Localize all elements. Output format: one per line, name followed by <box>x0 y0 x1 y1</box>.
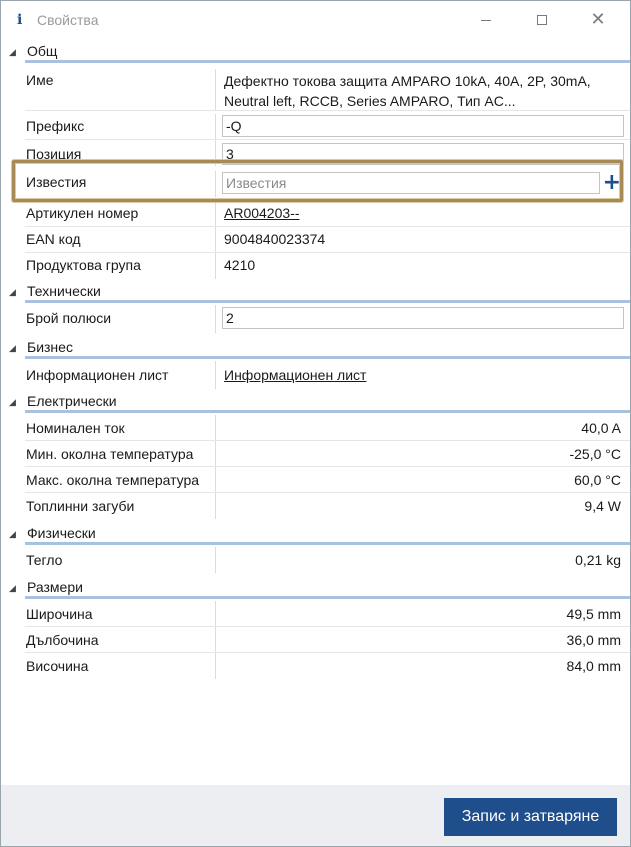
property-label: Префикс <box>26 118 85 134</box>
column-divider <box>215 114 216 140</box>
properties-window: i Свойства ✕ ◢ Общ Име Дефектно токова з… <box>0 0 631 847</box>
maximize-button[interactable] <box>519 1 565 39</box>
property-label: Артикулен номер <box>26 205 139 221</box>
section-title: Технически <box>27 283 101 299</box>
column-divider <box>215 493 216 519</box>
section-general[interactable]: ◢ Общ <box>1 39 630 65</box>
row-weight: Тегло 0,21 kg <box>1 547 630 573</box>
collapse-triangle-icon[interactable]: ◢ <box>9 343 16 354</box>
property-value: 49,5 mm <box>566 606 621 622</box>
section-underline <box>25 356 630 359</box>
row-height: Височина 84,0 mm <box>1 653 630 679</box>
column-divider <box>215 653 216 679</box>
row-ean: EAN код 9004840023374 <box>1 227 630 253</box>
property-value: 9,4 W <box>584 498 621 514</box>
column-divider <box>215 305 216 333</box>
row-poles: Брой полюси 2 <box>1 305 630 333</box>
row-info-sheet: Информационен лист Информационен лист <box>1 361 630 389</box>
row-rated-current: Номинален ток 40,0 A <box>1 415 630 441</box>
section-title: Електрически <box>27 393 117 409</box>
column-divider <box>215 201 216 227</box>
article-number-link[interactable]: AR004203-- <box>224 205 300 221</box>
row-min-temp: Мин. околна температура -25,0 °C <box>1 441 630 467</box>
maximize-icon <box>537 15 547 25</box>
dialog-footer: Запис и затваряне <box>1 785 630 846</box>
column-divider <box>215 253 216 279</box>
close-button[interactable]: ✕ <box>575 1 621 39</box>
column-divider <box>215 547 216 573</box>
property-label: Номинален ток <box>26 420 125 436</box>
column-divider <box>215 601 216 627</box>
section-dimensions[interactable]: ◢ Размери <box>1 575 630 601</box>
column-divider <box>215 69 216 111</box>
collapse-triangle-icon[interactable]: ◢ <box>9 287 16 298</box>
section-title: Размери <box>27 579 83 595</box>
section-underline <box>25 596 630 599</box>
save-and-close-button[interactable]: Запис и затваряне <box>444 798 617 836</box>
row-width: Широчина 49,5 mm <box>1 601 630 627</box>
collapse-triangle-icon[interactable]: ◢ <box>9 583 16 594</box>
title-bar: i Свойства ✕ <box>1 1 630 39</box>
info-icon: i <box>17 12 23 28</box>
property-label: Широчина <box>26 606 93 622</box>
property-value: 36,0 mm <box>566 632 621 648</box>
row-prefix: Префикс -Q <box>1 114 630 140</box>
row-product-group: Продуктова група 4210 <box>1 253 630 279</box>
property-value: 0,21 kg <box>575 552 621 568</box>
row-article-number: Артикулен номер AR004203-- <box>1 201 630 227</box>
section-technical[interactable]: ◢ Технически <box>1 279 630 305</box>
row-max-temp: Макс. околна температура 60,0 °C <box>1 467 630 493</box>
minimize-button[interactable] <box>463 1 509 39</box>
section-physical[interactable]: ◢ Физически <box>1 521 630 547</box>
column-divider <box>215 361 216 389</box>
row-depth: Дълбочина 36,0 mm <box>1 627 630 653</box>
section-title: Общ <box>27 43 58 59</box>
property-label: Мин. околна температура <box>26 446 194 462</box>
property-label: Тегло <box>26 552 63 568</box>
property-label: Брой полюси <box>26 310 112 326</box>
property-value: 40,0 A <box>581 420 621 436</box>
poles-input[interactable]: 2 <box>222 307 624 329</box>
collapse-triangle-icon[interactable]: ◢ <box>9 47 16 58</box>
section-underline <box>25 410 630 413</box>
window-title: Свойства <box>37 12 99 28</box>
collapse-triangle-icon[interactable]: ◢ <box>9 529 16 540</box>
focus-highlight <box>12 160 623 202</box>
section-underline <box>25 300 630 303</box>
property-label: EAN код <box>26 231 81 247</box>
property-label: Име <box>26 72 54 88</box>
property-value: Дефектно токова защита AMPARO 10kA, 40A,… <box>224 73 591 109</box>
row-heat-loss: Топлинни загуби 9,4 W <box>1 493 630 519</box>
property-label: Макс. околна температура <box>26 472 200 488</box>
column-divider <box>215 627 216 653</box>
property-label: Топлинни загуби <box>26 498 135 514</box>
section-underline <box>25 60 630 63</box>
property-value: 4210 <box>224 257 256 273</box>
row-divider <box>25 110 630 111</box>
section-business[interactable]: ◢ Бизнес <box>1 335 630 361</box>
property-label: Височина <box>26 658 89 674</box>
minimize-icon <box>481 19 491 21</box>
column-divider <box>215 467 216 493</box>
property-label: Дълбочина <box>26 632 99 648</box>
info-sheet-link[interactable]: Информационен лист <box>224 367 366 383</box>
section-electrical[interactable]: ◢ Електрически <box>1 389 630 415</box>
collapse-triangle-icon[interactable]: ◢ <box>9 397 16 408</box>
property-value: 60,0 °C <box>574 472 621 488</box>
property-label: Продуктова група <box>26 257 141 273</box>
column-divider <box>215 415 216 441</box>
column-divider <box>215 441 216 467</box>
property-value: 84,0 mm <box>566 658 621 674</box>
property-label: Информационен лист <box>26 367 169 383</box>
property-value: -25,0 °C <box>569 446 621 462</box>
row-name: Име Дефектно токова защита AMPARO 10kA, … <box>1 69 630 111</box>
column-divider <box>215 227 216 253</box>
section-underline <box>25 542 630 545</box>
property-value: 9004840023374 <box>224 231 326 247</box>
section-title: Физически <box>27 525 96 541</box>
section-title: Бизнес <box>27 339 73 355</box>
prefix-input[interactable]: -Q <box>222 115 624 137</box>
close-icon: ✕ <box>590 9 606 30</box>
